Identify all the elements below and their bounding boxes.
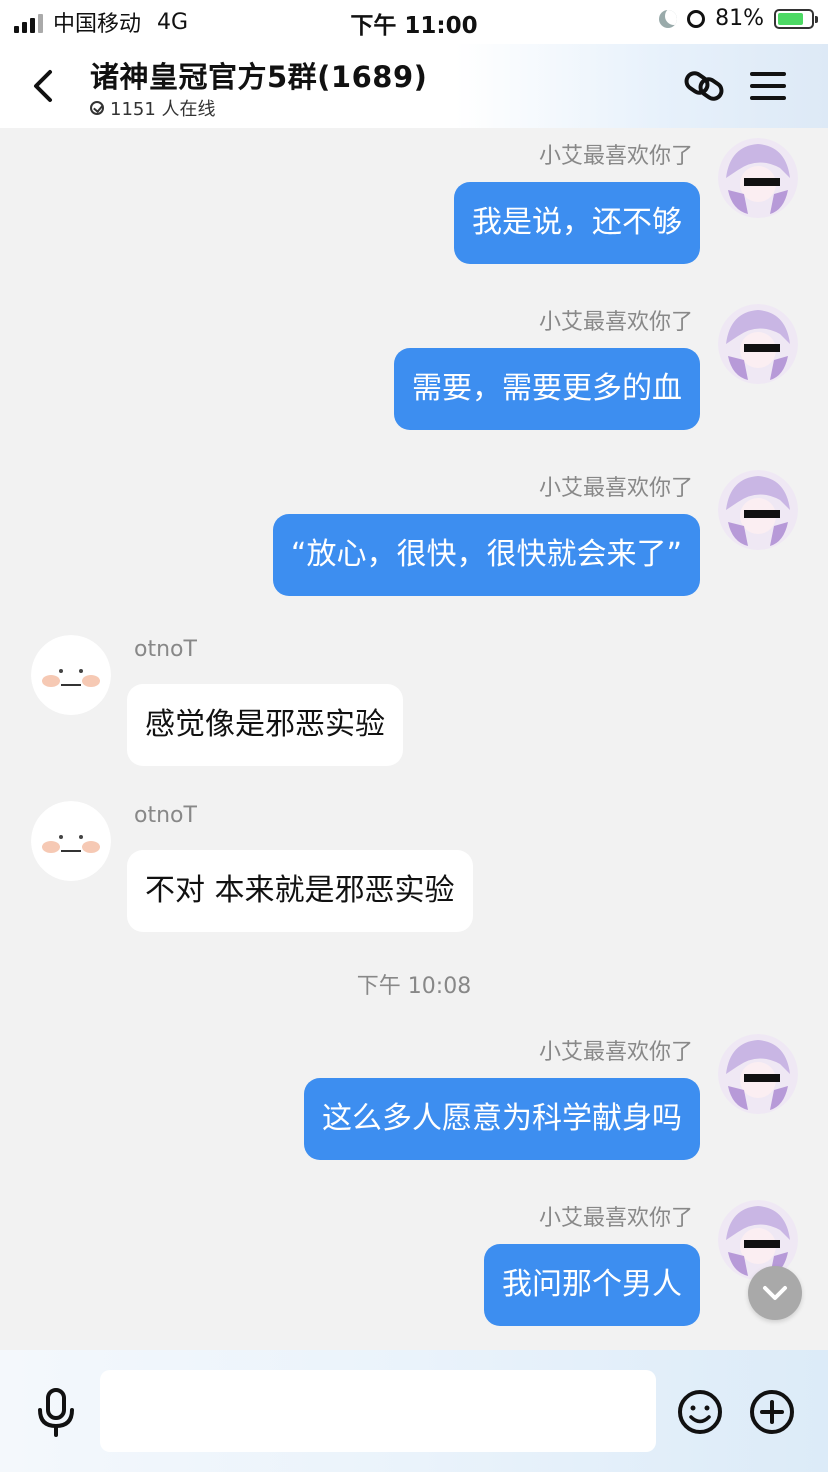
message-bubble[interactable]: 这么多人愿意为科学献身吗 <box>304 1078 700 1160</box>
message-bubble[interactable]: 我问那个男人 <box>484 1244 700 1326</box>
sender-name: 小艾最喜欢你了 <box>538 310 693 335</box>
message-bubble[interactable]: 需要，需要更多的血 <box>394 348 700 430</box>
sender-name: 小艾最喜欢你了 <box>538 144 693 169</box>
user-avatar[interactable] <box>718 138 798 218</box>
chevron-down-icon[interactable] <box>748 1266 802 1320</box>
otnot-avatar[interactable] <box>31 635 111 715</box>
online-status: 1151 人在线 <box>90 95 216 121</box>
user-avatar[interactable] <box>718 1034 798 1114</box>
battery-icon <box>774 8 818 29</box>
input-bar <box>0 1350 828 1472</box>
message-bubble[interactable]: 我是说，还不够 <box>454 182 700 264</box>
battery-percent: 81% <box>715 6 764 31</box>
sender-name: 小艾最喜欢你了 <box>538 476 693 501</box>
message-input[interactable] <box>100 1370 656 1452</box>
message-bubble[interactable]: 不对 本来就是邪恶实验 <box>127 850 473 932</box>
chat-header: 诸神皇冠官方5群(1689) 1151 人在线 <box>0 44 828 128</box>
time-separator: 下午 10:08 <box>356 974 472 999</box>
menu-icon[interactable] <box>744 62 792 110</box>
group-title: 诸神皇冠官方5群(1689) <box>90 60 428 94</box>
message-bubble[interactable]: 感觉像是邪恶实验 <box>127 684 403 766</box>
user-avatar[interactable] <box>718 470 798 550</box>
online-check-icon <box>90 101 104 115</box>
message-bubble[interactable]: “放心，很快，很快就会来了” <box>272 514 700 596</box>
status-right: 81% <box>659 6 818 31</box>
sender-name: 小艾最喜欢你了 <box>538 1040 693 1065</box>
plus-icon[interactable] <box>748 1388 796 1436</box>
link-icon[interactable] <box>680 62 728 110</box>
online-count: 1151 人在线 <box>110 99 216 120</box>
user-avatar[interactable] <box>718 304 798 384</box>
sender-name: 小艾最喜欢你了 <box>538 1206 693 1231</box>
otnot-avatar[interactable] <box>31 801 111 881</box>
emoji-icon[interactable] <box>676 1388 724 1436</box>
alarm-icon <box>687 9 706 28</box>
sender-name: otnoT <box>134 803 197 828</box>
sender-name: otnoT <box>134 637 197 662</box>
do-not-disturb-icon <box>659 9 678 28</box>
status-bar: 中国移动 4G 下午 11:00 81% <box>0 0 828 44</box>
back-arrow-icon[interactable] <box>30 66 60 106</box>
microphone-icon[interactable] <box>34 1388 78 1438</box>
